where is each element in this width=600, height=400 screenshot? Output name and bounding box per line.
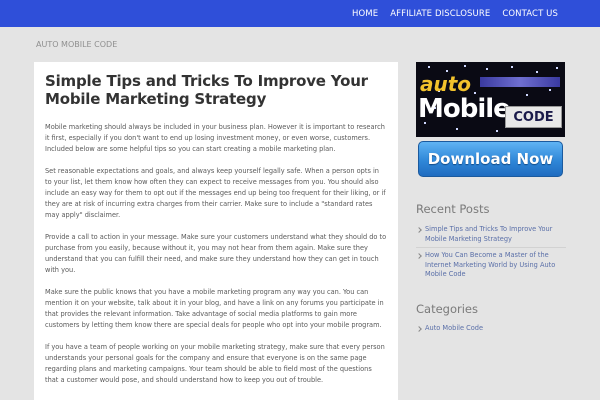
article-paragraph: Make sure the public knows that you have… — [45, 288, 384, 329]
nav-contact-us-link[interactable]: CONTACT US — [502, 9, 558, 19]
banner-code-text: CODE — [513, 109, 554, 125]
recent-posts-list: Simple Tips and Tricks To Improve Your M… — [416, 222, 566, 283]
chevron-right-icon — [416, 326, 422, 332]
recent-post-item[interactable]: Simple Tips and Tricks To Improve Your M… — [416, 222, 566, 249]
nav-home-link[interactable]: HOME — [352, 9, 378, 19]
star-dot — [464, 65, 466, 67]
star-dot — [496, 130, 498, 132]
category-link[interactable]: Auto Mobile Code — [425, 324, 483, 332]
main-menu: HOME AFFILIATE DISCLOSURE CONTACT US — [352, 0, 558, 27]
article-card: Simple Tips and Tricks To Improve Your M… — [34, 62, 398, 400]
star-dot — [456, 128, 458, 130]
download-now-button[interactable]: Download Now — [418, 141, 563, 177]
categories-heading: Categories — [416, 302, 478, 316]
download-now-label: Download Now — [427, 150, 554, 168]
star-dot — [549, 89, 551, 91]
article-paragraph: Provide a call to action in your message… — [45, 233, 387, 274]
star-dot — [556, 67, 558, 69]
banner-decorative-strip — [480, 77, 560, 87]
article-title[interactable]: Simple Tips and Tricks To Improve Your M… — [45, 72, 387, 108]
star-dot — [486, 68, 488, 70]
category-item[interactable]: Auto Mobile Code — [416, 321, 566, 337]
chevron-right-icon — [416, 253, 422, 260]
article-paragraph: Mobile marketing should always be includ… — [45, 123, 385, 153]
recent-post-link[interactable]: Simple Tips and Tricks To Improve Your M… — [425, 225, 552, 243]
banner-auto-text: auto — [420, 72, 472, 96]
article-paragraph: If you have a team of people working on … — [45, 343, 385, 384]
top-navigation-bar: HOME AFFILIATE DISCLOSURE CONTACT US — [0, 0, 600, 27]
recent-posts-heading: Recent Posts — [416, 202, 490, 216]
article-paragraph: Set reasonable expectations and goals, a… — [45, 167, 386, 219]
banner-mobile-text: Mobile — [418, 94, 511, 124]
recent-post-item[interactable]: How You Can Become a Master of the Inter… — [416, 248, 566, 283]
star-dot — [526, 94, 528, 96]
recent-post-link[interactable]: How You Can Become a Master of the Inter… — [425, 251, 555, 278]
nav-affiliate-disclosure-link[interactable]: AFFILIATE DISCLOSURE — [390, 9, 490, 19]
download-banner-ad[interactable]: auto Mobile CODE Download Now — [416, 62, 565, 180]
banner-code-box: CODE — [505, 106, 562, 128]
site-title[interactable]: AUTO MOBILE CODE — [36, 40, 117, 49]
star-dot — [511, 66, 513, 68]
chevron-right-icon — [416, 227, 422, 233]
star-dot — [428, 66, 430, 68]
star-dot — [536, 71, 538, 73]
categories-list: Auto Mobile Code — [416, 321, 566, 337]
